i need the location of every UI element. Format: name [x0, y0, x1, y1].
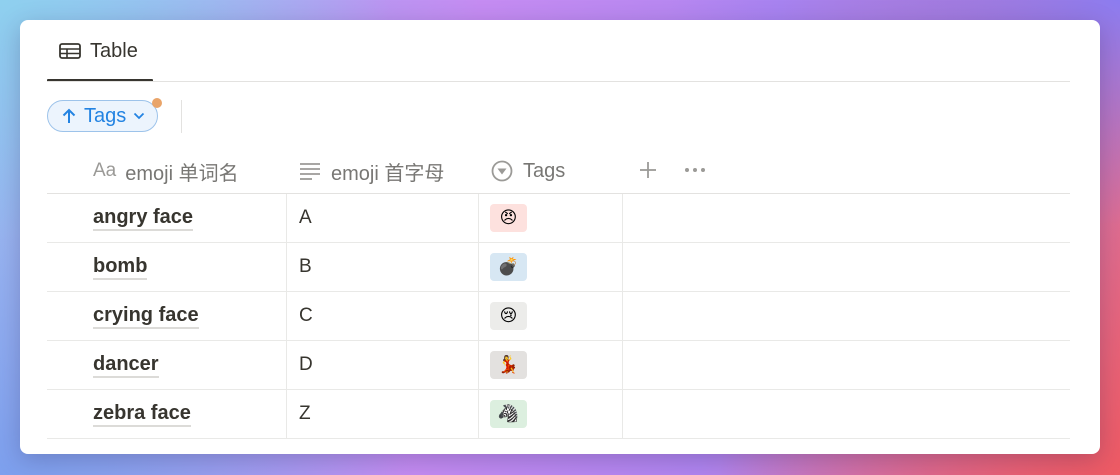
- table-row: zebra face Z 🦓: [47, 390, 1070, 439]
- name-cell[interactable]: bomb: [47, 243, 287, 291]
- table-icon: [59, 43, 81, 59]
- row-title-link[interactable]: zebra face: [93, 402, 191, 427]
- letter-cell[interactable]: A: [286, 194, 479, 242]
- letter-value: Z: [299, 403, 311, 424]
- letter-value: D: [299, 354, 313, 375]
- tag-pill[interactable]: 😠: [490, 204, 527, 232]
- letter-value: B: [299, 256, 312, 277]
- column-header-label: emoji 首字母: [331, 162, 445, 185]
- column-header-label: Tags: [523, 159, 566, 182]
- letter-cell[interactable]: D: [286, 341, 479, 389]
- sort-chip-label: Tags: [84, 104, 127, 127]
- row-title-link[interactable]: dancer: [93, 353, 159, 378]
- title-text-icon: Aa: [93, 160, 117, 181]
- letter-cell[interactable]: B: [286, 243, 479, 291]
- table-row: angry face A 😠: [47, 194, 1070, 243]
- tag-cell[interactable]: 😢: [478, 292, 623, 340]
- tag-pill[interactable]: 💃: [490, 351, 527, 379]
- tab-label: Table: [90, 39, 138, 62]
- name-cell[interactable]: dancer: [47, 341, 287, 389]
- tag-cell[interactable]: 😠: [478, 194, 623, 242]
- row-title-link[interactable]: crying face: [93, 304, 199, 329]
- tab-table-view[interactable]: Table: [47, 20, 153, 82]
- tab-divider: [47, 81, 1070, 82]
- sort-indicator-dot: [152, 98, 162, 108]
- chevron-down-icon: [134, 112, 145, 120]
- letter-value: C: [299, 305, 313, 326]
- sort-chip-tags[interactable]: Tags: [47, 100, 158, 132]
- text-lines-icon: [300, 163, 320, 180]
- name-cell[interactable]: zebra face: [47, 390, 287, 438]
- tag-cell[interactable]: 🦓: [478, 390, 623, 438]
- tag-pill[interactable]: 🦓: [490, 400, 527, 428]
- table-row: dancer D 💃: [47, 341, 1070, 390]
- name-cell[interactable]: angry face: [47, 194, 287, 242]
- row-title-link[interactable]: bomb: [93, 255, 148, 280]
- database-window: Table Tags Aa emoji 单词名 emoji 首字母 Tags a…: [20, 20, 1100, 454]
- name-cell[interactable]: crying face: [47, 292, 287, 340]
- letter-value: A: [299, 207, 312, 228]
- table-row: bomb B 💣: [47, 243, 1070, 292]
- plus-icon[interactable]: [636, 158, 660, 182]
- column-header-letter[interactable]: emoji 首字母: [299, 148, 444, 194]
- letter-cell[interactable]: Z: [286, 390, 479, 438]
- tag-cell[interactable]: 💃: [478, 341, 623, 389]
- toolbar-divider: [181, 100, 182, 133]
- tag-pill[interactable]: 😢: [490, 302, 527, 330]
- column-header-tags[interactable]: Tags: [491, 148, 565, 194]
- more-dots-icon[interactable]: [683, 158, 707, 182]
- tag-pill[interactable]: 💣: [490, 253, 527, 281]
- select-circle-icon: [491, 160, 513, 182]
- arrow-up-icon: [62, 108, 76, 123]
- column-header-label: emoji 单词名: [125, 162, 239, 185]
- table-row: crying face C 😢: [47, 292, 1070, 341]
- column-header-name[interactable]: Aa emoji 单词名: [93, 148, 239, 194]
- letter-cell[interactable]: C: [286, 292, 479, 340]
- tag-cell[interactable]: 💣: [478, 243, 623, 291]
- row-title-link[interactable]: angry face: [93, 206, 194, 231]
- table-header: Aa emoji 单词名 emoji 首字母 Tags: [47, 148, 1070, 194]
- table-body: angry face A 😠 bomb B 💣 crying face C 😢 …: [47, 194, 1070, 439]
